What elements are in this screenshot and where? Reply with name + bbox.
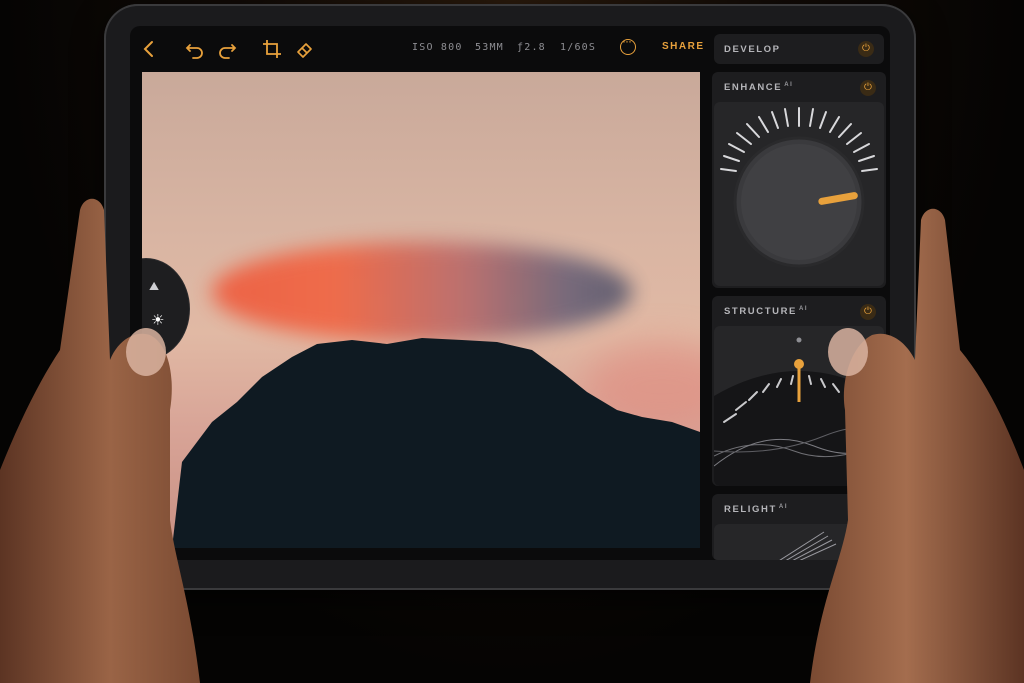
enhance-title: ENHANCE	[724, 82, 783, 94]
top-toolbar: ISO 800 53MM ƒ2.8 1/60S SHARE	[130, 26, 706, 72]
focal-length-readout: 53MM	[475, 42, 504, 53]
app-screen: ISO 800 53MM ƒ2.8 1/60S SHARE ⛰ ☀ DEVELO…	[130, 26, 890, 560]
relight-card: RELIGHT AI	[712, 494, 886, 560]
ai-badge: AI	[778, 504, 789, 510]
photo-canvas[interactable]: ⛰ ☀	[142, 72, 700, 548]
enhance-dial-area	[714, 102, 884, 286]
enhance-dial[interactable]	[714, 102, 884, 286]
undo-icon[interactable]	[184, 38, 206, 60]
structure-dial[interactable]	[714, 326, 884, 486]
mountain-silhouette	[172, 338, 700, 548]
structure-card: STRUCTURE AI ⏻	[712, 296, 886, 486]
iso-readout: ISO 800	[412, 42, 463, 53]
relight-dial	[779, 531, 837, 560]
aperture-readout: ƒ2.8	[517, 42, 546, 53]
eraser-icon[interactable]	[294, 38, 316, 60]
develop-header[interactable]: DEVELOP ⏻	[714, 34, 884, 64]
power-icon[interactable]: ⏻	[858, 41, 874, 57]
power-icon[interactable]: ⏻	[860, 80, 876, 96]
share-button[interactable]: SHARE	[662, 41, 705, 52]
power-icon[interactable]: ⏻	[860, 304, 876, 320]
shutter-readout: 1/60S	[560, 42, 597, 53]
crop-icon[interactable]	[261, 38, 283, 60]
more-icon[interactable]	[620, 34, 636, 55]
brightness-icon[interactable]: ☀	[151, 311, 169, 329]
develop-label: DEVELOP	[724, 44, 781, 55]
relight-dial-area[interactable]	[714, 524, 884, 560]
structure-dial-area	[714, 326, 884, 486]
develop-panel: DEVELOP ⏻ ENHANCE AI ⏻ STRUCTURE AI ⏻ RE…	[712, 26, 890, 560]
chevron-left-icon[interactable]	[138, 38, 160, 60]
ai-badge: AI	[784, 82, 794, 88]
ai-badge: AI	[798, 306, 809, 312]
enhance-card: ENHANCE AI ⏻	[712, 72, 886, 288]
image-icon[interactable]: ⛰	[149, 279, 165, 293]
relight-title: RELIGHT	[724, 504, 777, 516]
structure-title: STRUCTURE	[724, 306, 797, 318]
redo-icon[interactable]	[216, 38, 238, 60]
